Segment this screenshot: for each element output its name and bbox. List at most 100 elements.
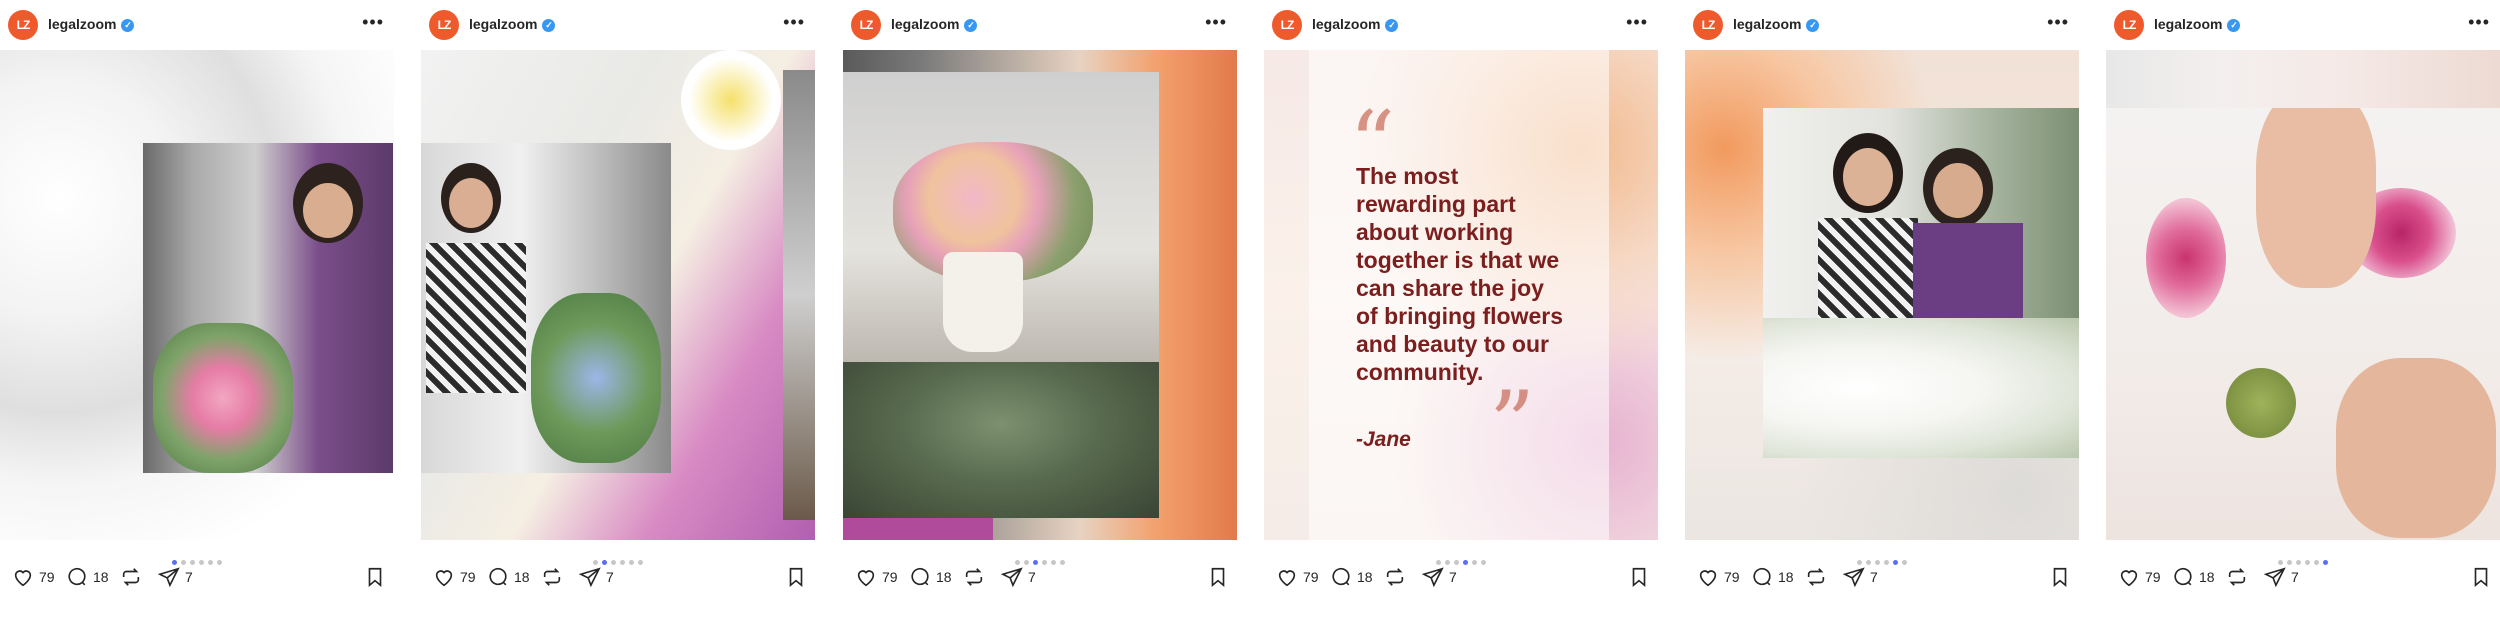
carousel-dot[interactable] (1857, 560, 1862, 565)
carousel-dot[interactable] (1481, 560, 1486, 565)
like-button[interactable]: 79 (2118, 566, 2161, 588)
post-image[interactable] (2106, 50, 2500, 540)
save-button[interactable] (1207, 566, 1229, 591)
carousel-dot[interactable] (1445, 560, 1450, 565)
share-button[interactable]: 7 (579, 566, 614, 588)
like-button[interactable]: 79 (1276, 566, 1319, 588)
carousel-dot[interactable] (1033, 560, 1038, 565)
share-button[interactable]: 7 (1843, 566, 1878, 588)
save-button[interactable] (785, 566, 807, 591)
comment-button[interactable]: 18 (66, 566, 109, 588)
comments-count: 18 (514, 569, 530, 585)
save-button[interactable] (2049, 566, 2071, 591)
carousel-dot[interactable] (2323, 560, 2328, 565)
comment-button[interactable]: 18 (1751, 566, 1794, 588)
save-button[interactable] (2470, 566, 2492, 591)
comment-button[interactable]: 18 (909, 566, 952, 588)
carousel-dot[interactable] (1884, 560, 1889, 565)
more-icon[interactable]: ••• (2047, 12, 2069, 33)
carousel-dot[interactable] (2305, 560, 2310, 565)
carousel-dot[interactable] (629, 560, 634, 565)
carousel-dot[interactable] (1463, 560, 1468, 565)
post-image[interactable] (421, 50, 815, 540)
carousel-dot[interactable] (217, 560, 222, 565)
username[interactable]: legalzoom ✓ (48, 16, 135, 32)
username[interactable]: legalzoom ✓ (1733, 16, 1820, 32)
like-button[interactable]: 79 (433, 566, 476, 588)
carousel-dot[interactable] (1866, 560, 1871, 565)
carousel-dot[interactable] (611, 560, 616, 565)
comments-count: 18 (1778, 569, 1794, 585)
like-button[interactable]: 79 (12, 566, 55, 588)
action-bar: 79 18 7 (855, 566, 1229, 592)
repost-button[interactable] (120, 566, 142, 588)
username[interactable]: legalzoom ✓ (1312, 16, 1399, 32)
like-button[interactable]: 79 (855, 566, 898, 588)
avatar[interactable]: LZ (851, 10, 881, 40)
more-icon[interactable]: ••• (1205, 12, 1227, 33)
share-button[interactable]: 7 (1001, 566, 1036, 588)
carousel-dot[interactable] (1051, 560, 1056, 565)
avatar[interactable]: LZ (8, 10, 38, 40)
repost-button[interactable] (1805, 566, 1827, 588)
username[interactable]: legalzoom ✓ (469, 16, 556, 32)
save-button[interactable] (1628, 566, 1650, 591)
share-icon (1843, 567, 1865, 588)
carousel-dot[interactable] (620, 560, 625, 565)
avatar[interactable]: LZ (1693, 10, 1723, 40)
more-icon[interactable]: ••• (783, 12, 805, 33)
carousel-dot[interactable] (2278, 560, 2283, 565)
more-icon[interactable]: ••• (2468, 12, 2490, 33)
carousel-dot[interactable] (190, 560, 195, 565)
like-button[interactable]: 79 (1697, 566, 1740, 588)
carousel-dot[interactable] (593, 560, 598, 565)
carousel-dot[interactable] (199, 560, 204, 565)
carousel-dot[interactable] (638, 560, 643, 565)
post-image[interactable] (1685, 50, 2079, 540)
post-image[interactable] (0, 50, 394, 540)
carousel-dot[interactable] (1024, 560, 1029, 565)
carousel-dot[interactable] (181, 560, 186, 565)
carousel-dot[interactable] (1060, 560, 1065, 565)
more-icon[interactable]: ••• (1626, 12, 1648, 33)
carousel-dot[interactable] (172, 560, 177, 565)
avatar[interactable]: LZ (2114, 10, 2144, 40)
photo-two-women-smiling (1763, 108, 2079, 458)
carousel-dot[interactable] (1893, 560, 1898, 565)
post-image[interactable]: “ ” The most rewarding part about workin… (1264, 50, 1658, 540)
carousel-dot[interactable] (2287, 560, 2292, 565)
save-button[interactable] (364, 566, 386, 591)
carousel-dot[interactable] (1902, 560, 1907, 565)
post-image[interactable] (843, 50, 1237, 540)
bookmark-icon (1211, 567, 1225, 588)
avatar[interactable]: LZ (1272, 10, 1302, 40)
avatar[interactable]: LZ (429, 10, 459, 40)
carousel-dot[interactable] (1436, 560, 1441, 565)
bookmark-icon (789, 567, 803, 588)
heart-icon (1278, 570, 1296, 587)
comment-button[interactable]: 18 (487, 566, 530, 588)
carousel-dot[interactable] (1042, 560, 1047, 565)
comment-button[interactable]: 18 (1330, 566, 1373, 588)
repost-button[interactable] (541, 566, 563, 588)
repost-button[interactable] (2226, 566, 2248, 588)
share-button[interactable]: 7 (2264, 566, 2299, 588)
carousel-dot[interactable] (2296, 560, 2301, 565)
action-bar: 79 18 7 (1697, 566, 2071, 592)
share-button[interactable]: 7 (158, 566, 193, 588)
carousel-dot[interactable] (602, 560, 607, 565)
carousel-dot[interactable] (1015, 560, 1020, 565)
more-icon[interactable]: ••• (362, 12, 384, 33)
username[interactable]: legalzoom ✓ (2154, 16, 2241, 32)
carousel-dot[interactable] (1875, 560, 1880, 565)
comment-button[interactable]: 18 (2172, 566, 2215, 588)
repost-button[interactable] (963, 566, 985, 588)
carousel-dot[interactable] (208, 560, 213, 565)
username[interactable]: legalzoom ✓ (891, 16, 978, 32)
carousel-dot[interactable] (1454, 560, 1459, 565)
carousel-dot[interactable] (2314, 560, 2319, 565)
share-button[interactable]: 7 (1422, 566, 1457, 588)
carousel-indicator (1264, 552, 1658, 565)
repost-button[interactable] (1384, 566, 1406, 588)
carousel-dot[interactable] (1472, 560, 1477, 565)
